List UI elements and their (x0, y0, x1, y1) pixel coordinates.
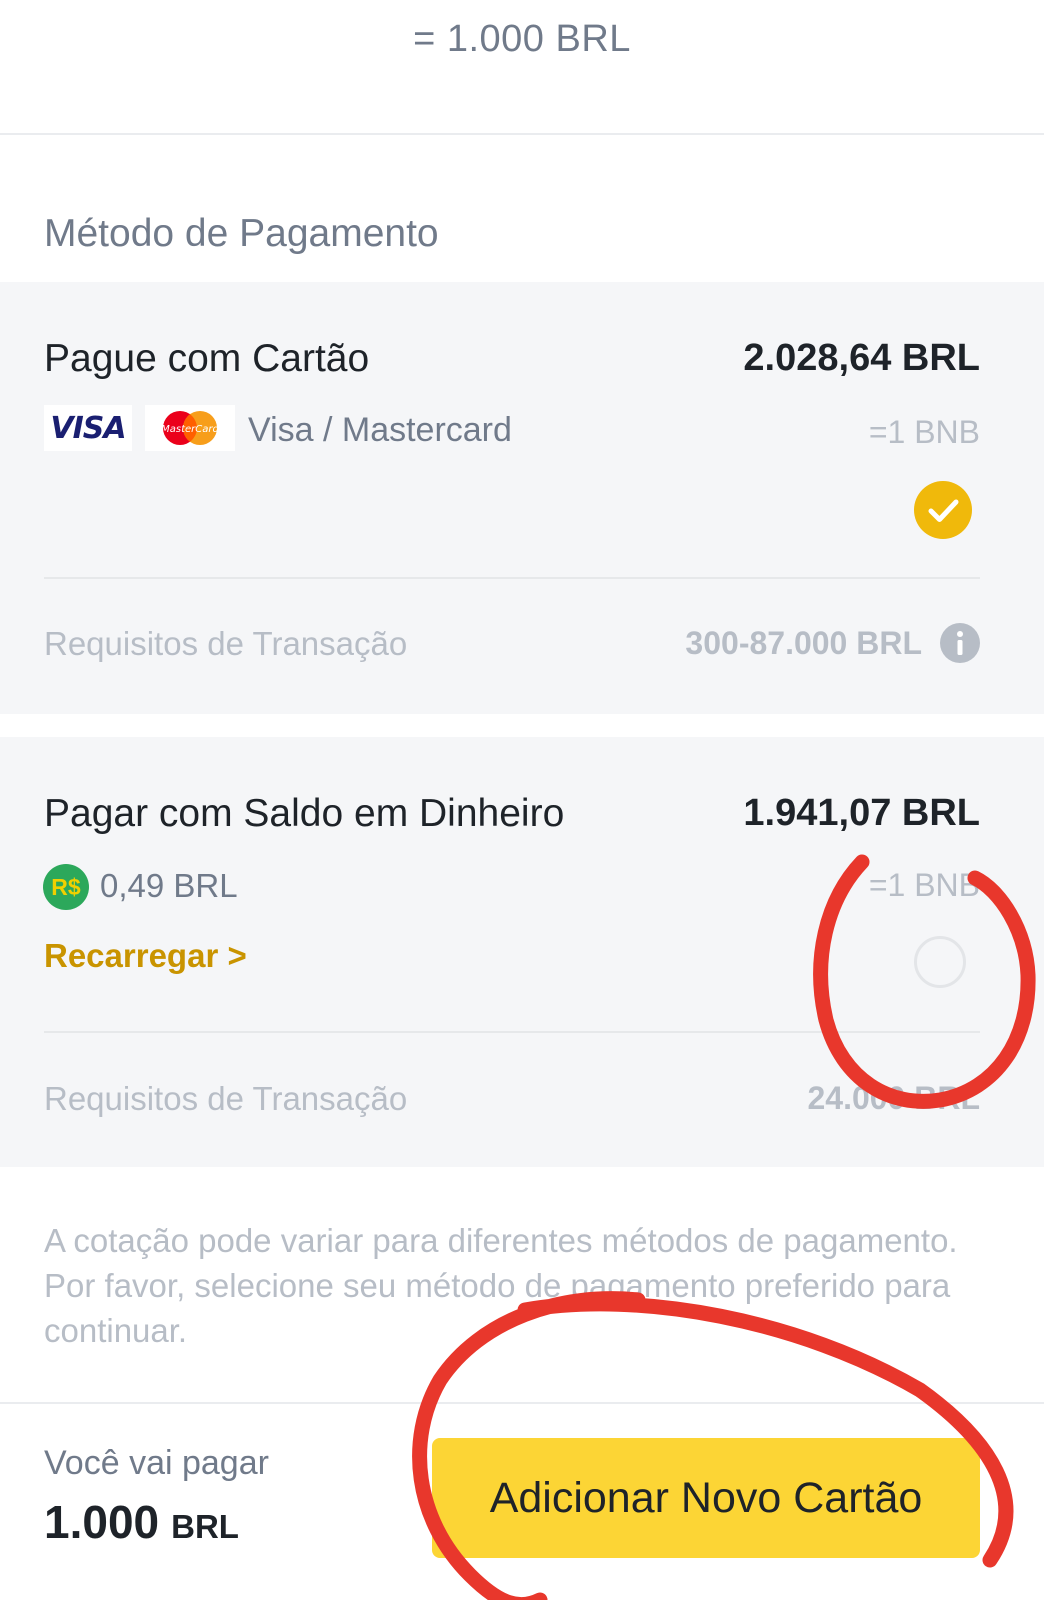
visa-logo: VISA (44, 405, 132, 451)
divider (44, 1031, 980, 1033)
check-circle-icon[interactable] (914, 481, 972, 539)
divider (44, 577, 980, 579)
section-title: Método de Pagamento (44, 212, 439, 255)
requirements-value: 24.000 BRL (807, 1080, 980, 1116)
rate-notice: A cotação pode variar para diferentes mé… (44, 1222, 958, 1349)
requirements-value: 300-87.000 BRL (685, 625, 922, 661)
option-title: Pagar com Saldo em Dinheiro (44, 792, 565, 835)
recharge-link[interactable]: Recarregar > (44, 937, 247, 975)
brl-coin-icon: R$ (43, 864, 89, 910)
mastercard-logo: MasterCard (145, 405, 235, 451)
conversion-text: = 1.000 BRL (413, 18, 631, 60)
card-brands-label: Visa / Mastercard (248, 411, 512, 449)
mastercard-logo-text: MasterCard (161, 424, 219, 435)
divider (0, 133, 1044, 135)
info-icon[interactable] (940, 623, 980, 663)
requirements-label: Requisitos de Transação (44, 625, 408, 662)
option-title: Pague com Cartão (44, 337, 370, 380)
pay-currency: BRL (171, 1508, 239, 1545)
pay-label: Você vai pagar (44, 1444, 269, 1482)
divider (0, 1402, 1044, 1404)
pay-total: 1.000 BRL (44, 1495, 239, 1549)
add-new-card-button[interactable]: Adicionar Novo Cartão (432, 1438, 980, 1558)
radio-empty-icon[interactable] (914, 936, 966, 988)
option-amount: 1.941,07 BRL (743, 792, 980, 834)
option-rate: =1 BNB (868, 414, 980, 450)
cash-balance: 0,49 BRL (100, 867, 238, 904)
option-amount: 2.028,64 BRL (743, 337, 980, 379)
option-rate: =1 BNB (868, 867, 980, 903)
pay-amount-value: 1.000 (44, 1496, 160, 1548)
requirements-label: Requisitos de Transação (44, 1080, 408, 1117)
payment-option-card[interactable]: Pague com Cartão 2.028,64 BRL =1 BNB Req… (0, 282, 1044, 714)
